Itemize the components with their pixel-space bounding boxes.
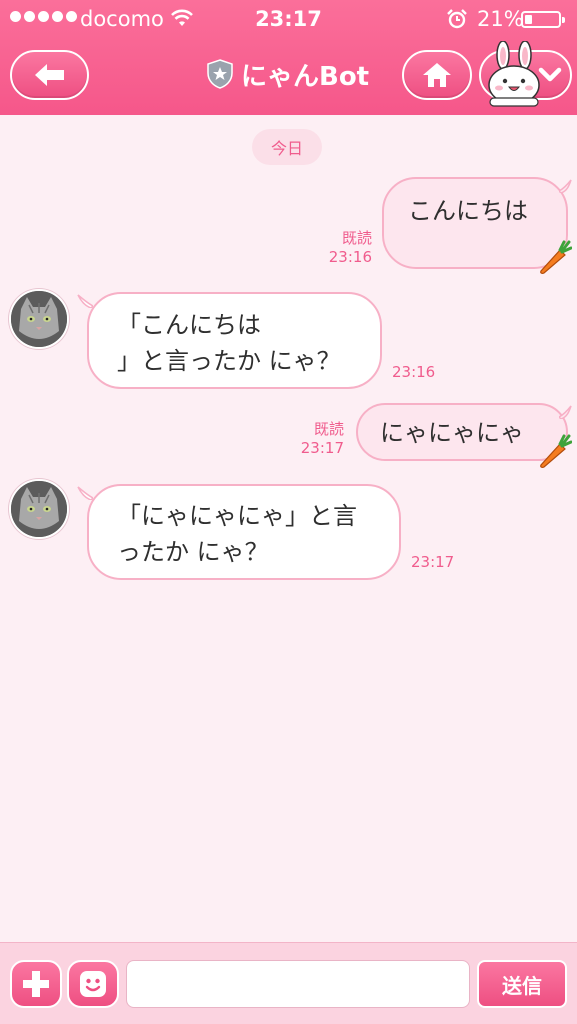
message-time: 23:16 <box>392 363 436 381</box>
send-button[interactable]: 送信 <box>477 960 567 1008</box>
carrot-icon <box>540 240 572 274</box>
carrot-icon <box>540 434 572 468</box>
message-text: 「にゃにゃにゃ」と言 ったか にゃ？ <box>117 502 357 566</box>
header: docomo 23:17 21% にゃんBot <box>0 0 577 115</box>
message-time: 23:17 <box>411 553 455 571</box>
read-receipt: 既読 <box>341 229 372 247</box>
message-text: こんにちは <box>408 197 528 225</box>
back-button[interactable] <box>10 50 89 100</box>
back-arrow-icon <box>34 64 64 86</box>
message-time: 23:17 <box>300 439 344 457</box>
shield-star-icon <box>207 59 233 89</box>
message-time: 23:16 <box>328 248 372 266</box>
incoming-message[interactable]: 「こんにちは 」と言ったか にゃ？ <box>87 292 382 389</box>
chat-title-text: にゃんBot <box>241 61 370 92</box>
incoming-message[interactable]: 「にゃにゃにゃ」と言 ったか にゃ？ <box>87 484 401 580</box>
home-button[interactable] <box>402 50 472 100</box>
chat-title: にゃんBot <box>207 56 369 92</box>
battery-percent: 21% <box>477 7 524 31</box>
read-receipt: 既読 <box>313 420 344 438</box>
message-input[interactable] <box>126 960 470 1008</box>
bot-avatar[interactable] <box>9 479 69 539</box>
sticker-button[interactable] <box>67 960 119 1008</box>
cat-avatar-icon <box>11 291 67 347</box>
cat-avatar-icon <box>11 481 67 537</box>
alarm-icon <box>447 9 467 29</box>
outgoing-message[interactable]: にゃにゃにゃ <box>356 403 568 461</box>
message-text: 「こんにちは 」と言ったか にゃ？ <box>117 311 341 375</box>
bunny-sticker-icon <box>488 41 540 107</box>
plus-icon <box>23 971 49 997</box>
battery-icon <box>521 11 565 28</box>
date-divider: 今日 <box>252 129 322 165</box>
chat-area[interactable]: 今日 こんにちは 既読 23:16 「こんにちは 」と言ったか にゃ？ 23:1… <box>0 115 577 942</box>
smiley-icon <box>80 971 106 997</box>
input-bar: 送信 <box>0 942 577 1024</box>
status-bar: docomo 23:17 21% <box>0 0 577 38</box>
bot-avatar[interactable] <box>9 289 69 349</box>
add-attachment-button[interactable] <box>10 960 62 1008</box>
home-icon <box>423 63 451 87</box>
